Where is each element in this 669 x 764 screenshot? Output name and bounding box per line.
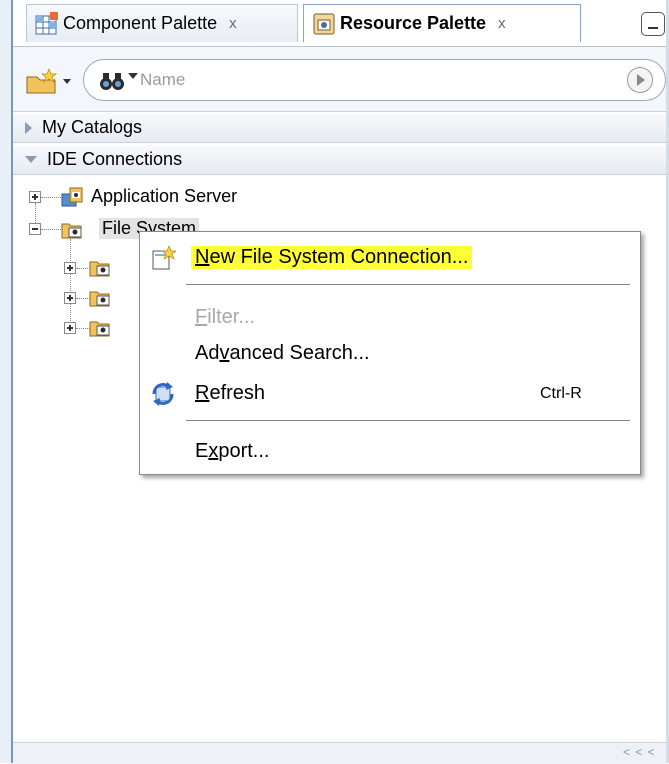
tab-resource-palette-close-icon[interactable]: x <box>498 15 506 32</box>
binoculars-icon[interactable] <box>98 70 128 92</box>
section-my-catalogs-label: My Catalogs <box>42 117 143 137</box>
tab-strip: Component Palette x Resource Palette x <box>13 0 666 46</box>
menu-item-new-file-system-connection[interactable]: New File System Connection... <box>140 240 638 276</box>
menu-item-label: Export... <box>195 440 270 462</box>
menu-item-filter[interactable]: Filter... <box>140 300 638 336</box>
menu-separator <box>186 420 630 421</box>
tree-guide-line <box>41 197 61 198</box>
tree-guide-line <box>76 328 90 329</box>
menu-item-export[interactable]: Export... <box>140 434 638 470</box>
tree-guide-line <box>76 268 90 269</box>
status-bar: < < < <box>13 742 666 764</box>
menu-item-shortcut: Ctrl-R <box>540 385 582 402</box>
go-icon[interactable] <box>627 67 653 93</box>
tree-guide-line <box>41 229 61 230</box>
tab-component-palette-label: Component Palette <box>63 13 218 33</box>
menu-item-label: Filter... <box>195 306 256 328</box>
expand-child-2-icon[interactable] <box>64 292 76 304</box>
refresh-icon <box>152 382 174 406</box>
menu-item-advanced-search[interactable]: Advanced Search... <box>140 336 638 372</box>
tree-guide-line <box>76 298 90 299</box>
folder-connection-icon <box>89 321 110 337</box>
new-item-icon <box>26 68 71 94</box>
new-connection-button[interactable] <box>25 67 75 95</box>
left-rail <box>0 0 13 763</box>
scroll-indicator[interactable]: < < < <box>623 745 656 759</box>
menu-item-refresh[interactable]: Refresh Ctrl-R <box>140 376 638 412</box>
section-my-catalogs[interactable]: My Catalogs <box>13 113 666 143</box>
search-box <box>83 59 666 101</box>
menu-separator <box>186 284 630 285</box>
menu-item-label: Advanced Search... <box>195 342 370 364</box>
tab-component-palette[interactable]: Component Palette x <box>26 4 298 42</box>
expand-application-server-icon[interactable] <box>29 191 41 203</box>
tab-resource-palette[interactable]: Resource Palette x <box>303 4 581 42</box>
component-palette-icon <box>35 11 59 36</box>
expand-child-1-icon[interactable] <box>64 262 76 274</box>
section-ide-connections[interactable]: IDE Connections <box>13 145 666 175</box>
tree-item-application-server[interactable]: Application Server <box>91 186 237 207</box>
tree-guide-line <box>70 239 71 329</box>
tab-resource-palette-label: Resource Palette <box>340 13 487 33</box>
resource-palette-icon <box>312 12 336 36</box>
folder-connection-icon <box>89 261 110 277</box>
collapse-arrow-icon <box>25 156 37 163</box>
expand-arrow-icon <box>25 121 32 134</box>
expand-child-3-icon[interactable] <box>64 322 76 334</box>
search-options-dropdown-icon[interactable] <box>128 73 138 79</box>
context-menu: New File System Connection... Filter... … <box>139 231 641 475</box>
new-item-icon <box>152 245 176 270</box>
tab-component-palette-close-icon[interactable]: x <box>229 15 237 32</box>
search-input[interactable] <box>140 68 600 92</box>
collapse-file-system-icon[interactable] <box>29 223 41 235</box>
toolbar <box>13 46 666 112</box>
menu-item-label: Refresh <box>195 382 266 404</box>
folder-connection-icon <box>89 291 110 307</box>
minimize-button[interactable] <box>641 12 665 36</box>
section-ide-connections-label: IDE Connections <box>47 149 183 169</box>
folder-connection-icon <box>61 223 82 239</box>
server-connection-icon <box>61 187 83 207</box>
menu-item-label: New File System Connection... <box>191 246 473 269</box>
